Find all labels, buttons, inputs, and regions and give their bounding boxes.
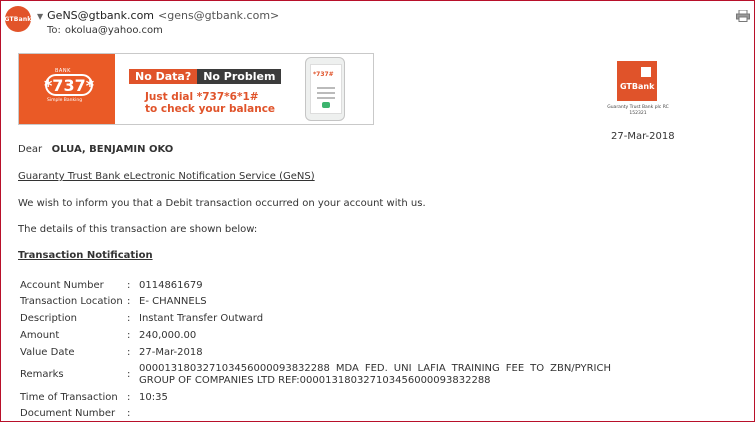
- section-title: Transaction Notification: [18, 250, 153, 261]
- greeting: Dear OLUA, BENJAMIN OKO: [18, 144, 173, 155]
- label-amount: Amount: [20, 330, 60, 341]
- label-time: Time of Transaction: [20, 392, 118, 403]
- phone-keypad-lines: [317, 87, 335, 89]
- banner-sub-label: Simple Banking: [47, 98, 83, 103]
- no-data-label: No Data?: [129, 69, 198, 84]
- no-problem-label: No Problem: [197, 69, 282, 84]
- logo-square: [641, 67, 651, 77]
- chevron-down-icon[interactable]: ▼: [37, 12, 43, 21]
- to-address[interactable]: okolua@yahoo.com: [65, 25, 163, 36]
- details-paragraph: The details of this transaction are show…: [18, 224, 258, 235]
- logo-text: GTBank: [620, 82, 655, 91]
- label-document-number: Document Number: [20, 408, 116, 419]
- colon: :: [127, 392, 131, 403]
- label-location: Transaction Location: [20, 296, 123, 307]
- banner-headline: No Data? No Problem: [129, 69, 282, 84]
- value-value-date: 27-Mar-2018: [139, 347, 203, 358]
- sender-avatar[interactable]: GTBank: [5, 6, 31, 32]
- value-time: 10:35: [139, 392, 168, 403]
- colon: :: [127, 408, 131, 419]
- value-remarks: 000013180327103456000093832288 MDA FED. …: [139, 363, 611, 386]
- value-amount: 240,000.00: [139, 330, 197, 341]
- value-location: E- CHANNELS: [139, 296, 207, 307]
- gtbank-logo-icon: GTBank: [617, 61, 657, 101]
- service-title: Guaranty Trust Bank eLectronic Notificat…: [18, 171, 315, 182]
- colon: :: [127, 296, 131, 307]
- label-value-date: Value Date: [20, 347, 75, 358]
- label-remarks: Remarks: [20, 369, 64, 380]
- value-description: Instant Transfer Outward: [139, 313, 264, 324]
- colon: :: [127, 280, 131, 291]
- logo-caption: Guaranty Trust Bank plc RC 152321: [607, 105, 669, 116]
- print-icon[interactable]: [736, 10, 750, 22]
- customer-name: OLUA, BENJAMIN OKO: [51, 144, 174, 155]
- banner-737-code: *737*: [43, 74, 95, 96]
- value-account-number: 0114861679: [139, 280, 203, 291]
- email-date: 27-Mar-2018: [611, 131, 675, 142]
- label-account-number: Account Number: [20, 280, 104, 291]
- phone-screen: *737#: [310, 64, 342, 114]
- greeting-dear: Dear: [18, 144, 43, 155]
- dial-line-1: Just dial *737*6*1#: [145, 91, 259, 103]
- colon: :: [127, 347, 131, 358]
- phone-icon: *737#: [305, 57, 345, 121]
- banner-message-panel: No Data? No Problem Just dial *737*6*1# …: [115, 54, 373, 124]
- colon: :: [127, 330, 131, 341]
- label-description: Description: [20, 313, 77, 324]
- phone-call-icon: [322, 102, 330, 108]
- colon: :: [127, 313, 131, 324]
- sender-name[interactable]: GeNS@gtbank.com: [47, 9, 154, 22]
- intro-paragraph: We wish to inform you that a Debit trans…: [18, 198, 426, 209]
- from-line: ▼ GeNS@gtbank.com <gens@gtbank.com>: [37, 9, 279, 22]
- dial-line-2: to check your balance: [145, 103, 276, 115]
- phone-screen-text: *737#: [313, 71, 334, 78]
- sender-address: <gens@gtbank.com>: [158, 9, 280, 22]
- to-line: To: okolua@yahoo.com: [47, 25, 163, 36]
- colon: :: [127, 369, 131, 380]
- to-label: To:: [47, 25, 61, 36]
- banner-dial-text: Just dial *737*6*1# to check your balanc…: [145, 91, 275, 115]
- promo-banner[interactable]: BANK *737* Simple Banking No Data? No Pr…: [18, 53, 374, 125]
- banner-737-panel: BANK *737* Simple Banking: [19, 54, 115, 124]
